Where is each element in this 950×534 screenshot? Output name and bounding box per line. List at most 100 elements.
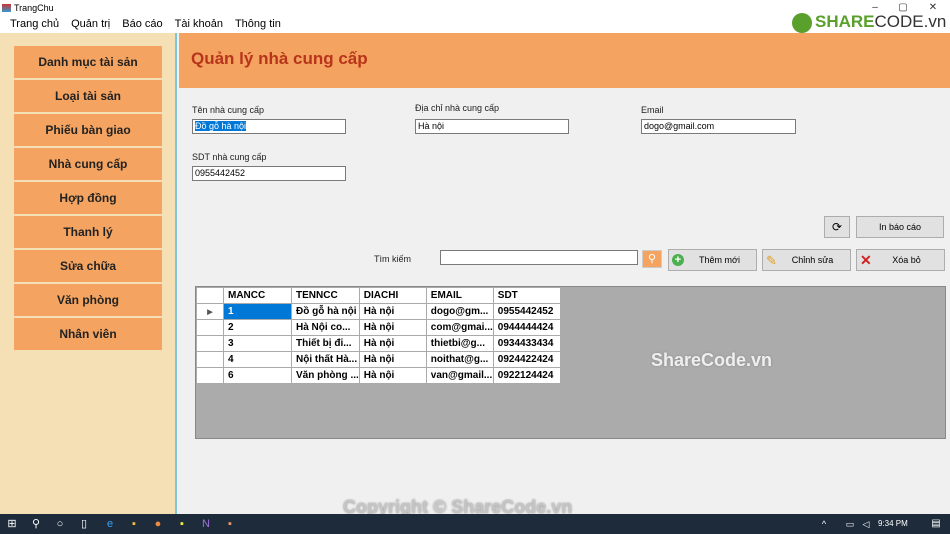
col-tenncc[interactable]: TENNCC [291, 287, 360, 304]
cell[interactable]: van@gmail... [425, 367, 494, 384]
supplier-table: MANCC TENNCC DIACHI EMAIL SDT ▶ 1 Đồ gỗ hà… [196, 287, 561, 384]
col-sdt[interactable]: SDT [492, 287, 561, 304]
sidebar-item-thanh-ly[interactable]: Thanh lý [14, 216, 162, 248]
sidebar-item-phieu-ban-giao[interactable]: Phiếu bàn giao [14, 114, 162, 146]
menu-tai-khoan[interactable]: Tài khoản [169, 16, 229, 33]
trangchu-app-icon[interactable]: ▪ [224, 518, 236, 530]
taskbar: ⊞ ⚲ ○ ▯ e ▪ ● ▪ N ▪ ^ ▭ ◁ 9:34 PM ▤ [0, 514, 950, 534]
app-icon [2, 4, 11, 12]
edge-icon[interactable]: e [104, 518, 116, 530]
col-mancc[interactable]: MANCC [223, 287, 292, 304]
table-row[interactable]: ▶ 1 Đồ gỗ hà nội Hà nội dogo@gm... 0955442452 [196, 303, 561, 320]
refresh-icon: ⟳ [831, 220, 843, 234]
cell[interactable]: 0944444424 [492, 319, 561, 336]
plus-icon: + [672, 254, 684, 266]
address-input[interactable]: Hà nội [415, 119, 569, 134]
cell[interactable]: Nội thất Hà... [291, 351, 360, 368]
cell[interactable]: com@gmai... [425, 319, 494, 336]
menu-quan-tri[interactable]: Quản trị [65, 16, 116, 33]
sidebar: Danh mục tài sản Loại tài sản Phiếu bàn … [0, 33, 177, 514]
supplier-grid: MANCC TENNCC DIACHI EMAIL SDT ▶ 1 Đồ gỗ hà… [195, 286, 946, 439]
search-icon: ⚲ [647, 253, 657, 265]
sidebar-item-nhan-vien[interactable]: Nhân viên [14, 318, 162, 350]
sidebar-item-hop-dong[interactable]: Hợp đồng [14, 182, 162, 214]
menu-trang-chu[interactable]: Trang chủ [4, 16, 65, 33]
delete-button[interactable]: ✕ Xóa bỏ [856, 249, 945, 271]
row-header[interactable] [196, 335, 224, 352]
table-row[interactable]: 4 Nội thất Hà... Hà nội noithat@g... 0924422… [196, 351, 561, 368]
tray-chevron-icon[interactable]: ^ [818, 518, 830, 530]
sidebar-item-van-phong[interactable]: Văn phòng [14, 284, 162, 316]
network-icon[interactable]: ▭ [844, 518, 856, 530]
name-input[interactable]: Đồ gỗ hà nội [192, 119, 346, 134]
row-header[interactable] [196, 319, 224, 336]
page-header: Quản lý nhà cung cấp [179, 33, 950, 88]
task-view-icon[interactable]: ▯ [78, 518, 90, 530]
table-row[interactable]: 6 Văn phòng ... Hà nội van@gmail... 09221244… [196, 367, 561, 384]
cell[interactable]: noithat@g... [425, 351, 494, 368]
sidebar-item-loai-tai-san[interactable]: Loại tài sản [14, 80, 162, 112]
app-icon-taskbar[interactable]: ▪ [176, 518, 188, 530]
table-row[interactable]: 2 Hà Nội co... Hà nội com@gmai... 0944444424 [196, 319, 561, 336]
sharecode-logo: SHARECODE.vn [792, 12, 946, 33]
phone-label: SDT nhà cung cấp [192, 152, 267, 162]
page-title: Quản lý nhà cung cấp [191, 49, 368, 68]
cell[interactable]: thietbi@g... [425, 335, 494, 352]
cell[interactable]: 0922124424 [492, 367, 561, 384]
cell[interactable]: 0924422424 [492, 351, 561, 368]
cell[interactable]: Hà nội [358, 303, 427, 320]
search-button[interactable]: ⚲ [642, 250, 662, 268]
cell[interactable]: Hà nội [358, 335, 427, 352]
search-input[interactable] [440, 250, 638, 265]
search-icon[interactable]: ⚲ [30, 518, 42, 530]
cell[interactable]: Thiết bị đi... [291, 335, 360, 352]
cell[interactable]: 3 [223, 335, 292, 352]
pencil-icon: ✎ [766, 253, 777, 268]
address-label: Địa chỉ nhà cung cấp [415, 103, 500, 113]
row-selector-icon[interactable]: ▶ [196, 303, 224, 320]
cell[interactable]: Đồ gỗ hà nội [291, 303, 360, 320]
delete-x-icon: ✕ [860, 252, 872, 268]
cell[interactable]: 0934433434 [492, 335, 561, 352]
cell[interactable]: Hà nội [358, 319, 427, 336]
file-explorer-icon[interactable]: ▪ [128, 518, 140, 530]
email-label: Email [641, 105, 664, 115]
row-header[interactable] [196, 367, 224, 384]
email-input[interactable]: dogo@gmail.com [641, 119, 796, 134]
col-email[interactable]: EMAIL [425, 287, 494, 304]
col-diachi[interactable]: DIACHI [358, 287, 427, 304]
table-header-row: MANCC TENNCC DIACHI EMAIL SDT [196, 287, 561, 304]
cell[interactable]: Hà Nội co... [291, 319, 360, 336]
phone-input[interactable]: 0955442452 [192, 166, 346, 181]
cell[interactable]: Hà nội [358, 367, 427, 384]
name-label: Tên nhà cung cấp [192, 105, 265, 115]
cell[interactable]: dogo@gm... [425, 303, 494, 320]
chrome-icon[interactable]: ● [152, 518, 164, 530]
refresh-button[interactable]: ⟳ [824, 216, 850, 238]
notification-icon[interactable]: ▤ [930, 518, 942, 530]
cell[interactable]: 4 [223, 351, 292, 368]
cell[interactable]: Hà nội [358, 351, 427, 368]
volume-icon[interactable]: ◁ [860, 518, 872, 530]
sidebar-item-sua-chua[interactable]: Sửa chữa [14, 250, 162, 282]
window-title: TrangChu [14, 3, 54, 13]
add-button[interactable]: + Thêm mới [668, 249, 757, 271]
cell[interactable]: 1 [223, 303, 292, 320]
cell[interactable]: Văn phòng ... [291, 367, 360, 384]
watermark-center: ShareCode.vn [651, 350, 773, 370]
cortana-icon[interactable]: ○ [54, 518, 66, 530]
table-row[interactable]: 3 Thiết bị đi... Hà nội thietbi@g... 0934433… [196, 335, 561, 352]
row-header[interactable] [196, 351, 224, 368]
clock[interactable]: 9:34 PM [878, 519, 908, 528]
print-report-button[interactable]: In báo cáo [856, 216, 944, 238]
cell[interactable]: 2 [223, 319, 292, 336]
cell[interactable]: 6 [223, 367, 292, 384]
sidebar-item-nha-cung-cap[interactable]: Nhà cung cấp [14, 148, 162, 180]
edit-button[interactable]: ✎ Chỉnh sửa [762, 249, 851, 271]
menu-bao-cao[interactable]: Báo cáo [116, 16, 168, 33]
visual-studio-icon[interactable]: N [200, 518, 212, 530]
menu-thong-tin[interactable]: Thông tin [229, 16, 287, 33]
windows-start-icon[interactable]: ⊞ [6, 518, 18, 530]
cell[interactable]: 0955442452 [492, 303, 561, 320]
sidebar-item-danh-muc-tai-san[interactable]: Danh mục tài sản [14, 46, 162, 78]
